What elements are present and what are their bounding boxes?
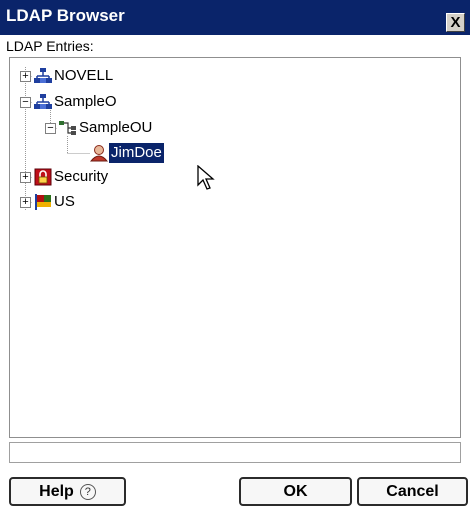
tree-node-label: SampleOU [79,119,153,136]
expand-toggle[interactable]: + [20,197,31,208]
tree-node-label: SampleO [54,93,117,110]
status-bar [9,442,461,463]
user-icon [90,145,108,162]
tree-node-jimdoe[interactable]: JimDoe [10,143,230,163]
help-icon: ? [79,483,96,500]
ok-button-label: OK [283,482,308,500]
country-icon [35,194,51,210]
tree-node-label: JimDoe [109,143,164,163]
ok-button[interactable]: OK [239,477,352,506]
close-button[interactable]: X [446,13,465,32]
collapse-toggle[interactable]: − [20,97,31,108]
ldap-browser-dialog: LDAP Browser X LDAP Entries: + NOVELL − … [0,0,470,512]
tree-node-security[interactable]: + Security [10,167,170,187]
tree-node-novell[interactable]: + NOVELL [10,66,170,86]
cancel-button[interactable]: Cancel [357,477,468,506]
help-button-label: Help [39,482,74,500]
tree-node-label: US [54,193,75,210]
tree-node-us[interactable]: + US [10,192,170,212]
title-bar: LDAP Browser X [0,0,470,35]
tree-node-sampleou[interactable]: − SampleOU [10,118,210,138]
expand-toggle[interactable]: + [20,71,31,82]
organization-icon [34,94,52,109]
entries-label: LDAP Entries: [6,38,94,54]
tree-node-label: NOVELL [54,67,114,84]
cancel-button-label: Cancel [386,482,439,500]
organizational-unit-icon [59,121,76,135]
window-title: LDAP Browser [6,6,125,25]
help-button[interactable]: Help ? [9,477,126,506]
ldap-tree[interactable]: + NOVELL − SampleO − SampleOU JimDoe + S… [9,57,461,438]
tree-node-sampleo[interactable]: − SampleO [10,92,170,112]
organization-icon [34,68,52,83]
tree-connectors [25,67,90,210]
expand-toggle[interactable]: + [20,172,31,183]
collapse-toggle[interactable]: − [45,123,56,134]
tree-node-label: Security [54,168,109,185]
mouse-cursor-icon [197,165,215,190]
security-container-icon [34,168,52,186]
